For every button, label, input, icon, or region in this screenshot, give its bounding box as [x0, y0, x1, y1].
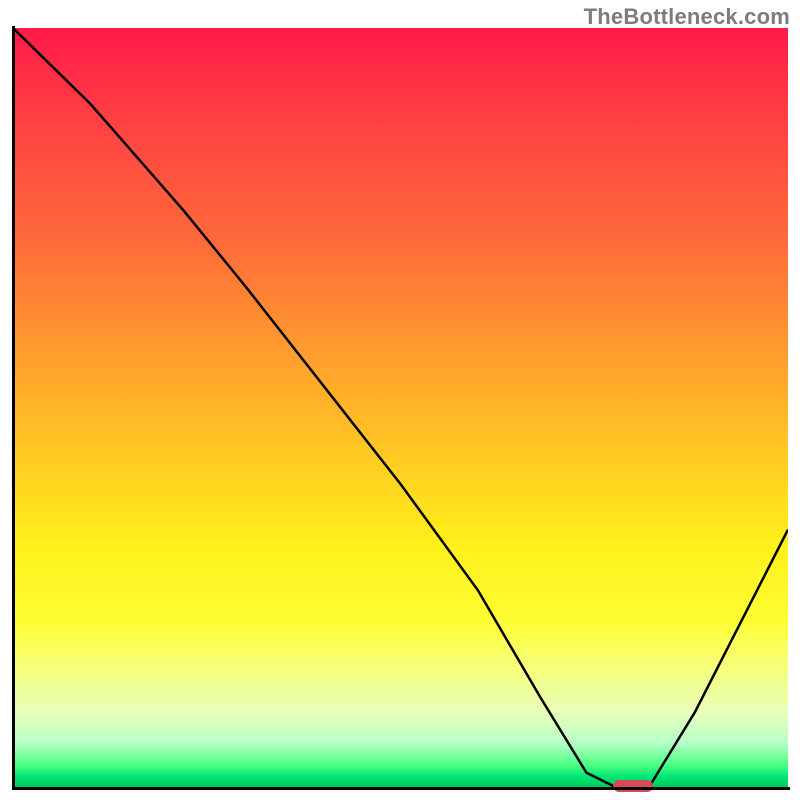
chart-container: TheBottleneck.com [0, 0, 800, 800]
plot-area [13, 28, 788, 788]
y-axis [12, 26, 15, 790]
x-axis [12, 787, 790, 790]
minimum-marker [613, 780, 653, 792]
watermark-label: TheBottleneck.com [584, 4, 790, 30]
bottleneck-curve [13, 28, 788, 788]
